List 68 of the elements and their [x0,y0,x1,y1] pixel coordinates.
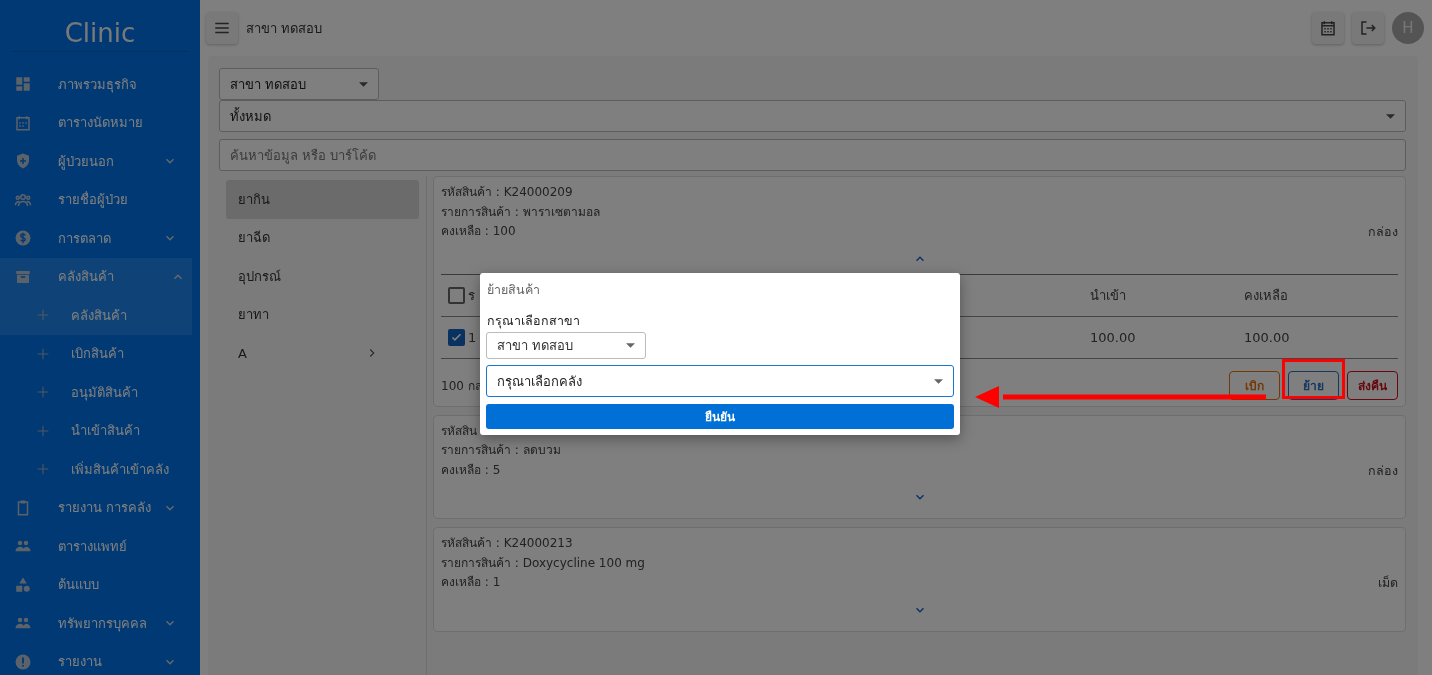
branch-title: สาขา ทดสอบ [246,19,323,38]
action-button[interactable]: เบิก [1229,370,1280,400]
sidebar-item[interactable]: ทรัพยากรบุคคล [0,604,200,643]
menu-button[interactable] [206,12,238,44]
calendar-icon [1319,19,1337,37]
sidebar-item[interactable]: รายงาน การคลัง [0,488,200,527]
category-item[interactable]: ยาทา [226,295,419,334]
sidebar-item[interactable]: ภาพรวมธุรกิจ [0,65,200,104]
product-detail: รายการสินค้า : พาราเซตามอล [441,203,601,221]
calendar-button[interactable] [1312,12,1344,44]
sidebar-subitem[interactable]: คลังสินค้า [0,296,192,335]
checkbox[interactable] [448,286,465,304]
branch-select[interactable]: สาขา ทดสอบ [219,68,379,100]
dropdown-icon [626,343,635,349]
product-detail: รหัสสิน [441,422,478,440]
sidebar-subitem[interactable]: นำเข้าสินค้า [0,411,200,450]
type-select[interactable]: ทั้งหมด [219,100,1406,132]
dashboard-icon [14,75,32,94]
calendar-icon [14,113,32,132]
column-header: คงเหลือ [1244,286,1288,305]
dialog-title: ย้ายสินค้า [487,281,541,298]
shield-icon [14,152,32,171]
warehouse-select[interactable]: กรุณาเลือกคลัง [486,365,954,398]
checkbox[interactable] [448,328,465,346]
action-button[interactable]: ส่งคืน [1347,370,1398,400]
table-cell: 100.00 [1090,329,1136,345]
dropdown-icon [1386,113,1395,119]
logout-icon [1359,19,1377,37]
dropdown-icon [934,379,943,385]
dollar-icon [14,229,32,248]
sidebar-subitem[interactable]: เพิ่มสินค้าเข้าคลัง [0,450,200,489]
table-cell: 100.00 [1244,329,1290,345]
branch-select[interactable]: สาขา ทดสอบ [486,332,646,360]
sidebar-item[interactable]: ผู้ป่วยนอก [0,142,200,181]
category-item[interactable]: อุปกรณ์ [226,257,419,296]
column-header: ร [468,286,475,305]
sidebar-item[interactable]: ตารางนัดหมาย [0,103,200,142]
category-item[interactable]: A [226,334,419,373]
sidebar-item[interactable]: ตารางแพทย์ [0,527,200,566]
product-detail: รหัสสินค้า : K24000213 [441,535,574,552]
highlight-frame [1282,359,1345,399]
product-detail: คงเหลือ : 1 [441,574,502,591]
logo: Clinic [63,17,137,50]
product-detail: รายการสินค้า : Doxycycline 100 mg [441,554,646,572]
field-label: กรุณาเลือกสาขา [487,312,581,331]
product-detail: คงเหลือ : 100 [441,223,517,240]
category-item[interactable]: ยาฉีด [226,218,419,257]
logout-button[interactable] [1352,12,1384,44]
sidebar-item[interactable]: รายชื่อผู้ป่วย [0,180,200,219]
unit-label: กล่อง [1368,223,1398,241]
sidebar-subitem[interactable]: อนุมัติสินค้า [0,373,200,412]
product-detail: คงเหลือ : 5 [441,461,502,479]
product-detail: รหัสสินค้า : K24000209 [441,184,574,201]
search-field[interactable]: ค้นหาข้อมูล หรือ บาร์โค้ด [219,139,1406,171]
product-detail: รายการสินค้า : ลดบวม [441,442,562,459]
sidebar-item[interactable]: การตลาด [0,219,200,258]
sidebar-item[interactable]: คลังสินค้า [0,257,192,296]
column-header: นำเข้า [1090,286,1126,305]
shapes-icon [14,575,32,594]
unit-label: กล่อง [1368,461,1398,480]
sidebar-item[interactable]: ต้นแบบ [0,565,200,604]
sidebar-item[interactable]: รายงาน [0,642,200,675]
unit-label: เม็ด [1378,574,1398,592]
dropdown-icon [359,81,368,87]
table-cell: 1 [468,329,477,345]
alert-icon [14,652,32,671]
category-item[interactable]: ยากิน [226,180,419,219]
confirm-button[interactable]: ยืนยัน [486,404,954,429]
